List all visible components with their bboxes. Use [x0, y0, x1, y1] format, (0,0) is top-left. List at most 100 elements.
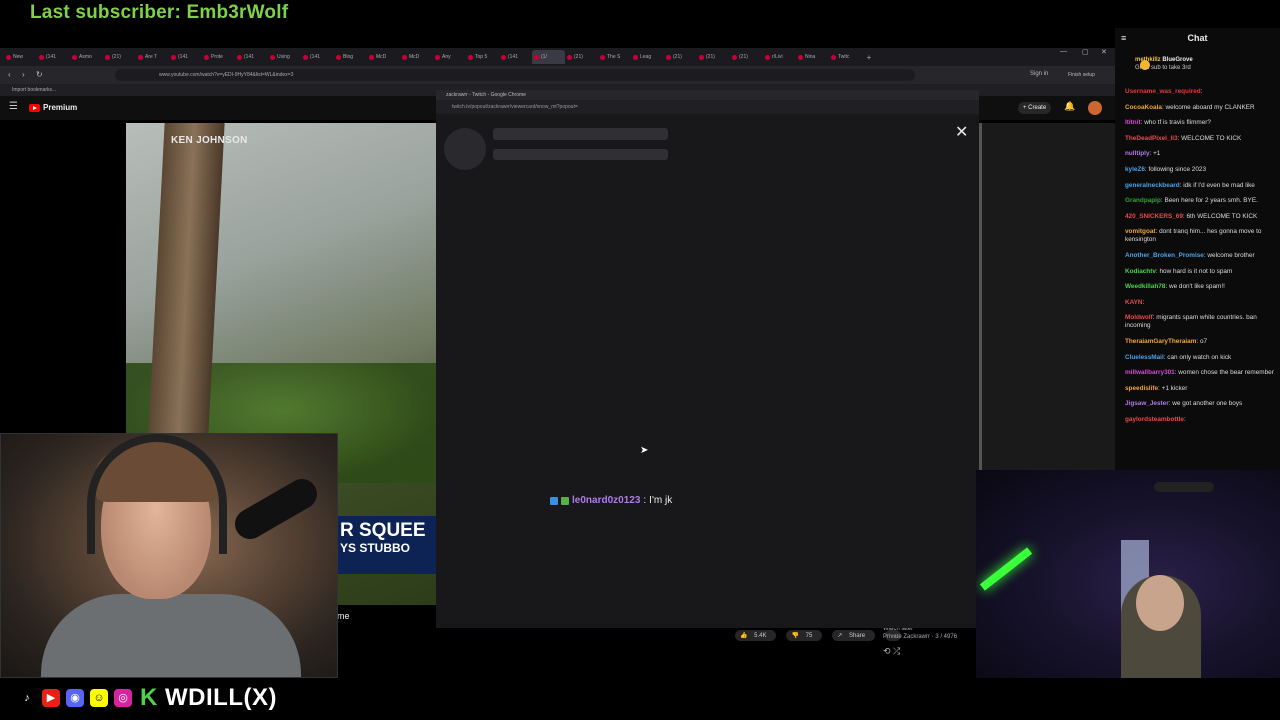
create-button[interactable]: + Create — [1018, 102, 1052, 114]
chat-message: Username_was_required: — [1125, 88, 1277, 96]
browser-tab[interactable]: Top 5 — [466, 50, 499, 64]
gift-badge-icon — [561, 496, 569, 505]
chat-message-username[interactable]: TheDeadPixel_li3 — [1125, 135, 1178, 142]
browser-tab[interactable]: Are T — [136, 50, 169, 64]
tab-label: Top 5 — [475, 54, 488, 60]
dislike-button[interactable]: 👎 75 — [786, 630, 823, 641]
maximize-icon[interactable]: ▢ — [1082, 48, 1089, 56]
chat-message-list: Username_was_required: CocoaKoala: welco… — [1125, 88, 1277, 431]
browser-tab[interactable]: Using — [268, 50, 301, 64]
chat-message: 420_SNICKERS_69: 6th WELCOME TO KICK — [1125, 213, 1277, 221]
pinned-user[interactable]: BlueGrove — [1162, 57, 1192, 63]
chat-message-username[interactable]: 420_SNICKERS_69 — [1125, 213, 1183, 220]
avatar[interactable] — [1088, 101, 1102, 115]
chat-message-separator: : — [1200, 88, 1203, 95]
browser-tab[interactable]: The S — [598, 50, 631, 64]
chat-message-username[interactable]: nulltiply — [1125, 150, 1150, 157]
share-button[interactable]: ↗ Share — [832, 630, 876, 641]
notifications-bell-icon[interactable]: 🔔 — [1064, 101, 1075, 112]
reload-icon[interactable]: ↻ — [36, 70, 43, 79]
tab-label: (21) — [739, 54, 748, 60]
like-button[interactable]: 👍 5.4K — [735, 630, 777, 641]
chat-message-username[interactable]: Grandpapip — [1125, 197, 1161, 204]
chat-message-text: women chose the bear remember — [1178, 369, 1274, 377]
social-links-bar: ♪ ▶ ◉ ☺ ◎ K WDILL(X) — [18, 684, 277, 712]
browser-tab[interactable]: McD — [400, 50, 433, 64]
browser-tab[interactable]: New — [4, 50, 37, 64]
chat-message-username[interactable]: Another_Broken_Promise — [1125, 252, 1204, 259]
coin-icon — [1140, 60, 1150, 70]
tab-label: (21) — [112, 54, 121, 60]
browser-tab[interactable]: (1/ — [532, 50, 565, 64]
chat-message-username[interactable]: CocoaKoala — [1125, 104, 1162, 111]
loading-line-placeholder — [493, 128, 668, 140]
chat-message: kyleZ6: following since 2023 — [1125, 166, 1277, 174]
chat-menu-icon[interactable]: ≡ — [1121, 28, 1126, 48]
chat-message-username[interactable]: KAYN — [1125, 299, 1143, 306]
chat-message: millwallbarry301: women chose the bear r… — [1125, 369, 1277, 377]
tab-label: r/Livi — [772, 54, 783, 60]
chat-separator: : — [643, 495, 647, 506]
kick-chat-panel: ≡ Chat methkillz BlueGrove Gift 1 sub to… — [1115, 28, 1280, 470]
chat-message-text: welcome aboard my CLANKER — [1165, 103, 1255, 111]
browser-tab[interactable]: (21) — [565, 50, 598, 64]
chat-message-username[interactable]: millwallbarry301 — [1125, 369, 1175, 376]
browser-tab[interactable]: r/Livi — [763, 50, 796, 64]
tab-favicon-icon — [831, 54, 836, 60]
browser-tab[interactable]: Any — [433, 50, 466, 64]
chat-message-username[interactable]: CluelessMail — [1125, 354, 1164, 361]
tab-label: (21) — [673, 54, 682, 60]
browser-tab[interactable]: Nina — [796, 50, 829, 64]
chat-message-username[interactable]: kyleZ6 — [1125, 166, 1145, 173]
sign-in-button[interactable]: Sign in — [1030, 71, 1048, 77]
url-input[interactable]: www.youtube.com/watch?v=yEDI-9HyY84&list… — [115, 69, 915, 81]
browser-tab[interactable]: (141 — [169, 50, 202, 64]
chat-message-username[interactable]: vomitgoat — [1125, 228, 1156, 235]
browser-tab[interactable]: (21) — [664, 50, 697, 64]
create-label: Create — [1028, 105, 1047, 111]
chat-message-username[interactable]: Username_was_required — [1125, 88, 1201, 95]
chat-message-username[interactable]: generalneckbeard — [1125, 182, 1180, 189]
hamburger-menu-icon[interactable]: ☰ — [9, 101, 18, 112]
loading-avatar-placeholder — [444, 128, 486, 170]
chat-message-username[interactable]: Ititnit — [1125, 119, 1141, 126]
youtube-logo[interactable]: Premium — [29, 103, 77, 112]
browser-tab[interactable]: McD — [367, 50, 400, 64]
browser-tab[interactable]: (21) — [103, 50, 136, 64]
browser-tab[interactable]: (141 — [37, 50, 70, 64]
chat-message-text: 6th WELCOME TO KICK — [1186, 212, 1258, 220]
minimize-icon[interactable]: — — [1060, 48, 1067, 55]
chat-message-username[interactable]: Jigsaw_Jester — [1125, 400, 1169, 407]
finish-setup-button[interactable]: Finish setup — [1068, 72, 1095, 78]
tab-favicon-icon — [765, 54, 770, 60]
browser-tab[interactable]: (141 — [235, 50, 268, 64]
close-window-icon[interactable]: ✕ — [1101, 48, 1107, 56]
tab-favicon-icon — [600, 54, 605, 60]
browser-tab[interactable]: (21) — [730, 50, 763, 64]
chat-message-username[interactable]: Weedkillah78 — [1125, 283, 1165, 290]
browser-tab[interactable]: Prote — [202, 50, 235, 64]
browser-tab[interactable]: (141 — [301, 50, 334, 64]
tab-favicon-icon — [336, 54, 341, 60]
close-icon[interactable]: ✕ — [955, 125, 968, 141]
chat-message-username[interactable]: Kodiachtv — [1125, 268, 1156, 275]
browser-tab[interactable]: Asmo — [70, 50, 103, 64]
browser-tab[interactable]: Twitc — [829, 50, 862, 64]
chat-message-username[interactable]: Moldwolf — [1125, 314, 1153, 321]
forward-icon[interactable]: › — [22, 70, 25, 79]
browser-tab[interactable]: Blog — [334, 50, 367, 64]
browser-tab[interactable]: (141 — [499, 50, 532, 64]
chat-username[interactable]: le0nard0z0123 — [572, 495, 640, 506]
chat-message-username[interactable]: TheraiamGaryTheraiam — [1125, 338, 1196, 345]
chat-message-username[interactable]: gaylordsteambottle — [1125, 416, 1184, 423]
chat-message-text: +1 kicker — [1161, 384, 1188, 392]
browser-tab[interactable]: (21) — [697, 50, 730, 64]
back-icon[interactable]: ‹ — [8, 70, 11, 79]
popout-url: twitch.tv/popout/zackrawrr/viewercard/sn… — [436, 100, 979, 114]
tab-favicon-icon — [105, 54, 110, 60]
chat-message-username[interactable]: speedislife — [1125, 385, 1158, 392]
loop-shuffle-icons[interactable]: ⟲ ⤮ — [883, 646, 900, 657]
browser-tab[interactable]: Leag — [631, 50, 664, 64]
chat-message: speedislife: +1 kicker — [1125, 385, 1277, 393]
new-tab-icon[interactable]: + — [862, 53, 876, 62]
